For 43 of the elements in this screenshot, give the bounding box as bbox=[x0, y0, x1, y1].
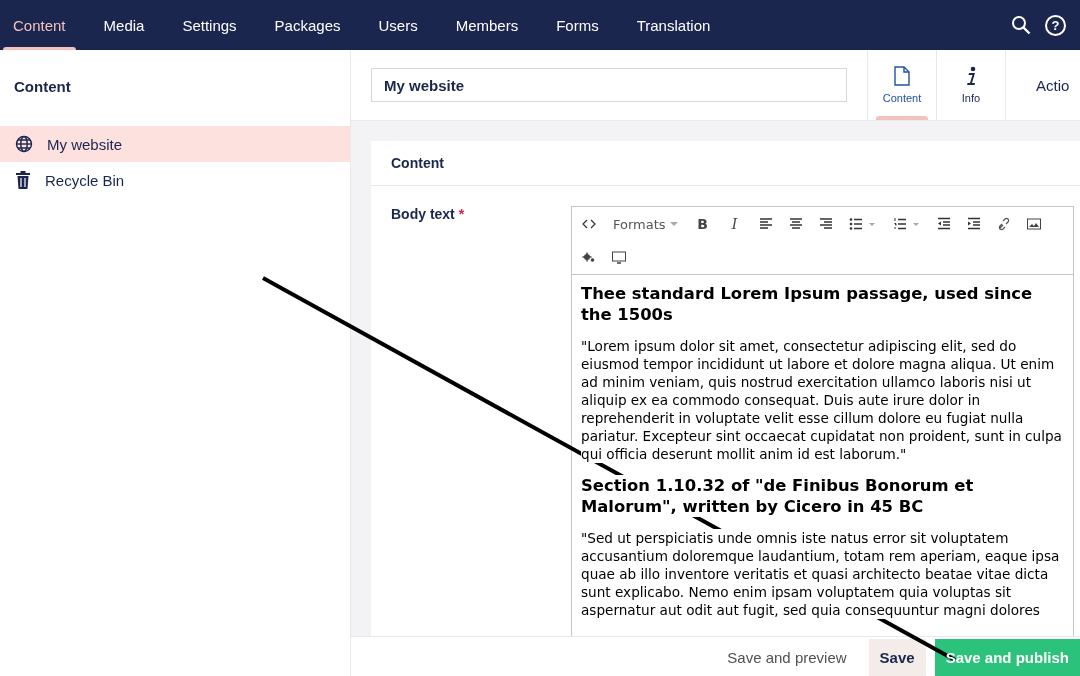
actions-menu[interactable]: Actio bbox=[1005, 50, 1080, 120]
group-title: Content bbox=[371, 141, 1080, 186]
code-icon[interactable] bbox=[582, 217, 596, 231]
nav-tab[interactable]: Settings bbox=[169, 0, 257, 50]
nav-tab[interactable]: Translation bbox=[623, 0, 731, 50]
indent-icon[interactable] bbox=[966, 217, 981, 231]
outdent-icon[interactable] bbox=[936, 217, 951, 231]
trash-icon bbox=[15, 171, 31, 189]
bold-button[interactable]: B bbox=[686, 207, 719, 241]
tree-item[interactable]: Recycle Bin bbox=[0, 162, 350, 198]
nav-tab[interactable]: Users bbox=[365, 0, 438, 50]
save-button[interactable]: Save bbox=[868, 639, 926, 676]
nav-tab[interactable]: Content bbox=[0, 0, 86, 50]
caret-icon bbox=[669, 221, 678, 227]
italic-button[interactable]: I bbox=[718, 207, 751, 241]
image-icon[interactable] bbox=[1026, 217, 1041, 231]
tree-title: Content bbox=[13, 77, 72, 97]
help-icon[interactable]: ? bbox=[1045, 14, 1066, 36]
embed-icon[interactable] bbox=[612, 251, 626, 265]
content-paragraph: "Lorem ipsum dolor sit amet, consectetur adipiscing elit, sed do eiusmod tempor incididunt ut labore et dolore magna aliqua. Ut enim ad minim veniam, quis nostrud exercitation ullamco laboris nisi ut aliquip ex ea commodo consequat. Duis aute irure dolor in reprehenderit in voluptate velit esse cillum dolore eu fugiat nulla pariatur. Excepteur sint occaecat cupidatat non proident, sunt in culpa qui officia deserunt mollit anim id est laborum." bbox=[581, 337, 1064, 463]
align-right-icon[interactable] bbox=[818, 217, 833, 231]
app-tab[interactable]: Content bbox=[867, 50, 936, 120]
tree-item[interactable]: My website bbox=[0, 126, 350, 162]
nav-tab[interactable]: Forms bbox=[543, 0, 619, 50]
numbers-icon[interactable] bbox=[892, 217, 921, 231]
name-field[interactable]: My website bbox=[371, 68, 847, 102]
macro-icon[interactable] bbox=[582, 251, 596, 265]
bullets-icon[interactable] bbox=[848, 217, 877, 231]
preview-button[interactable]: Save and preview bbox=[716, 639, 858, 676]
document-icon bbox=[894, 66, 910, 86]
globe-icon bbox=[15, 135, 33, 153]
align-left-icon[interactable] bbox=[758, 217, 773, 231]
link-icon[interactable] bbox=[996, 217, 1011, 231]
nav-tab[interactable]: Packages bbox=[261, 0, 361, 50]
align-center-icon[interactable] bbox=[788, 217, 803, 231]
search-icon[interactable] bbox=[1011, 15, 1031, 35]
formats-dropdown[interactable]: Formats bbox=[604, 207, 687, 241]
property-label: Body text * bbox=[391, 206, 466, 224]
app-tab[interactable]: Info bbox=[936, 50, 1005, 120]
info-icon bbox=[965, 66, 977, 86]
required-mark: * bbox=[458, 206, 465, 222]
nav-tab[interactable]: Members bbox=[442, 0, 539, 50]
nav-tab[interactable]: Media bbox=[90, 0, 165, 50]
